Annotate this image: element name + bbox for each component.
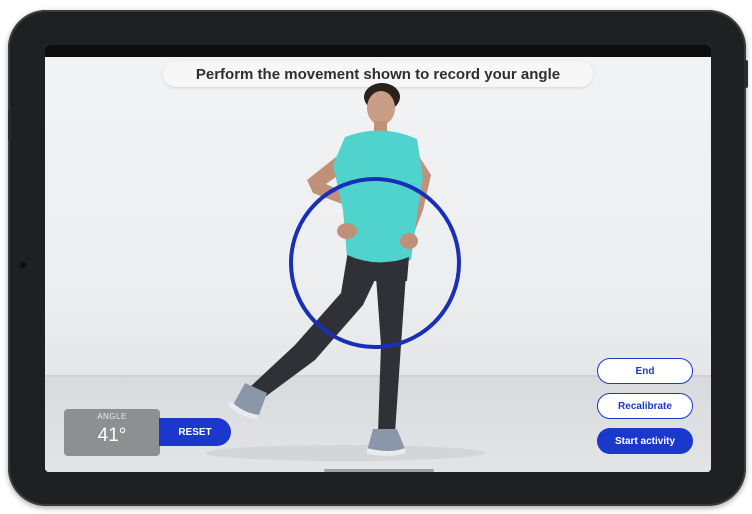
start-activity-button[interactable]: Start activity (597, 428, 693, 454)
volume-button (744, 60, 748, 88)
power-button (8, 110, 11, 140)
home-indicator[interactable] (324, 469, 434, 472)
app-screen: Perform the movement shown to record you… (45, 45, 711, 472)
angle-readout: ANGLE 41° (64, 409, 160, 456)
front-camera (20, 262, 26, 268)
reset-button[interactable]: RESET (159, 418, 231, 446)
tracking-ring-icon (289, 177, 461, 349)
angle-value: 41° (97, 425, 127, 446)
end-button[interactable]: End (597, 358, 693, 384)
end-button-label: End (635, 365, 655, 377)
recalibrate-button[interactable]: Recalibrate (597, 393, 693, 419)
angle-label: ANGLE (97, 412, 127, 421)
start-activity-button-label: Start activity (614, 435, 676, 447)
recalibrate-button-label: Recalibrate (618, 400, 672, 412)
reset-button-label: RESET (178, 426, 212, 438)
